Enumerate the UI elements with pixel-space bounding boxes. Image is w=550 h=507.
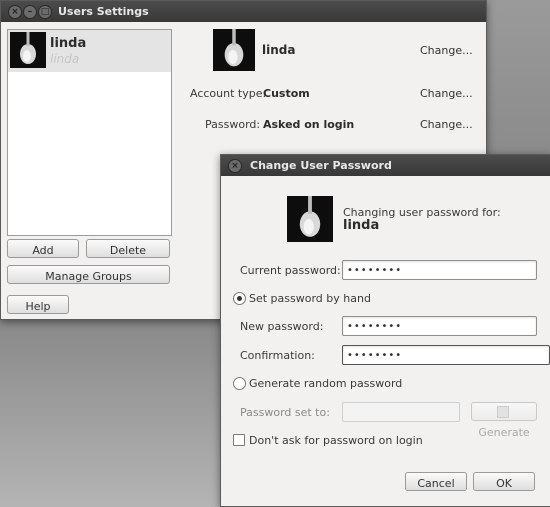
add-user-button[interactable]: Add (7, 239, 79, 258)
generate-button-label: Generate (478, 426, 530, 439)
close-window-icon[interactable]: × (8, 5, 22, 19)
account-type-label: Account type: (190, 87, 267, 100)
password-set-to-label: Password set to: (240, 406, 330, 419)
change-password-link[interactable]: Change... (420, 118, 473, 131)
minimize-window-icon[interactable]: – (23, 5, 37, 19)
new-password-input[interactable]: •••••••• (342, 316, 537, 336)
set-by-hand-label[interactable]: Set password by hand (249, 292, 371, 305)
confirmation-input[interactable]: •••••••• (342, 345, 550, 365)
dialog-title: Change User Password (250, 159, 392, 172)
current-password-label: Current password: (240, 264, 341, 277)
account-type-value: Custom (263, 87, 310, 100)
user-subtitle: linda (50, 52, 80, 66)
ok-button[interactable]: OK (473, 472, 535, 491)
close-dialog-icon[interactable]: × (228, 159, 242, 173)
password-set-to-field (342, 402, 460, 422)
change-photo-link[interactable]: Change... (420, 44, 473, 57)
set-by-hand-radio[interactable] (233, 292, 246, 305)
password-value: Asked on login (263, 118, 355, 131)
detail-user-name: linda (262, 43, 296, 57)
manage-groups-button[interactable]: Manage Groups (7, 265, 170, 284)
change-password-dialog: × Change User Password Changing user pas… (220, 154, 550, 507)
new-password-label: New password: (240, 320, 324, 333)
window-title: Users Settings (58, 5, 149, 18)
password-label: Password: (205, 118, 261, 131)
maximize-window-icon[interactable]: □ (38, 5, 52, 19)
confirmation-label: Confirmation: (240, 349, 315, 362)
help-button[interactable]: Help (7, 295, 69, 314)
generate-button: Generate (471, 402, 537, 439)
generate-icon (497, 406, 509, 418)
user-name: linda (50, 36, 87, 51)
cancel-button[interactable]: Cancel (405, 472, 467, 491)
user-list-item[interactable]: linda linda (8, 30, 171, 72)
dialog-avatar (287, 196, 333, 242)
current-password-input[interactable]: •••••••• (342, 260, 537, 280)
detail-avatar[interactable] (213, 29, 255, 71)
avatar (10, 32, 46, 68)
generate-random-radio[interactable] (233, 377, 246, 390)
dont-ask-label[interactable]: Don't ask for password on login (249, 434, 423, 447)
delete-user-button[interactable]: Delete (86, 239, 170, 258)
generate-random-label[interactable]: Generate random password (249, 377, 402, 390)
user-list: linda linda (7, 29, 172, 236)
dialog-titlebar: × Change User Password (221, 155, 550, 176)
dialog-username: linda (343, 218, 380, 233)
dont-ask-checkbox[interactable] (233, 434, 245, 446)
change-account-type-link[interactable]: Change... (420, 87, 473, 100)
users-settings-titlebar: × – □ Users Settings (1, 1, 486, 22)
